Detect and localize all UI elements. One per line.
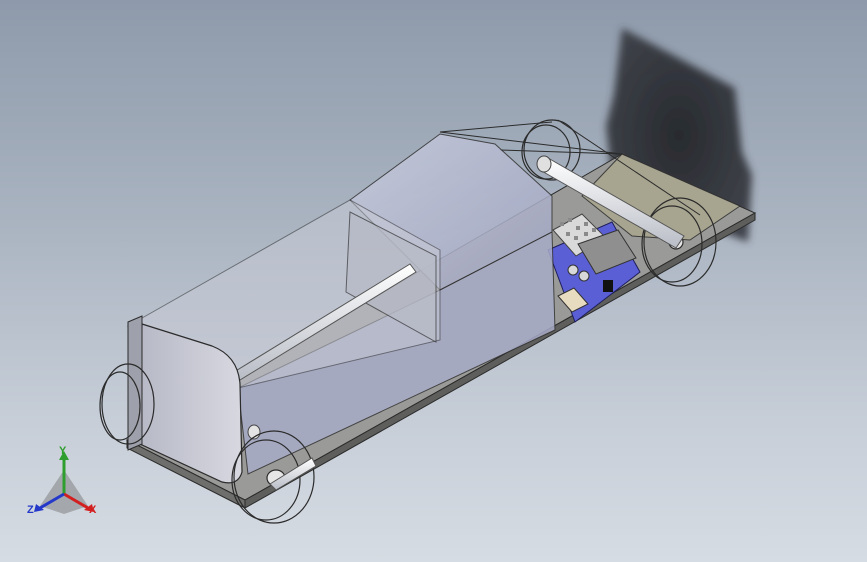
y-axis-label: Y [59,445,67,457]
model-view[interactable] [0,0,867,562]
z-axis-label: Z [27,504,34,516]
graphics-viewport[interactable]: Y X Z [0,0,867,562]
triad-graphic [34,451,94,514]
reference-triad: Y X Z [22,445,112,528]
x-axis-label: X [89,504,97,516]
